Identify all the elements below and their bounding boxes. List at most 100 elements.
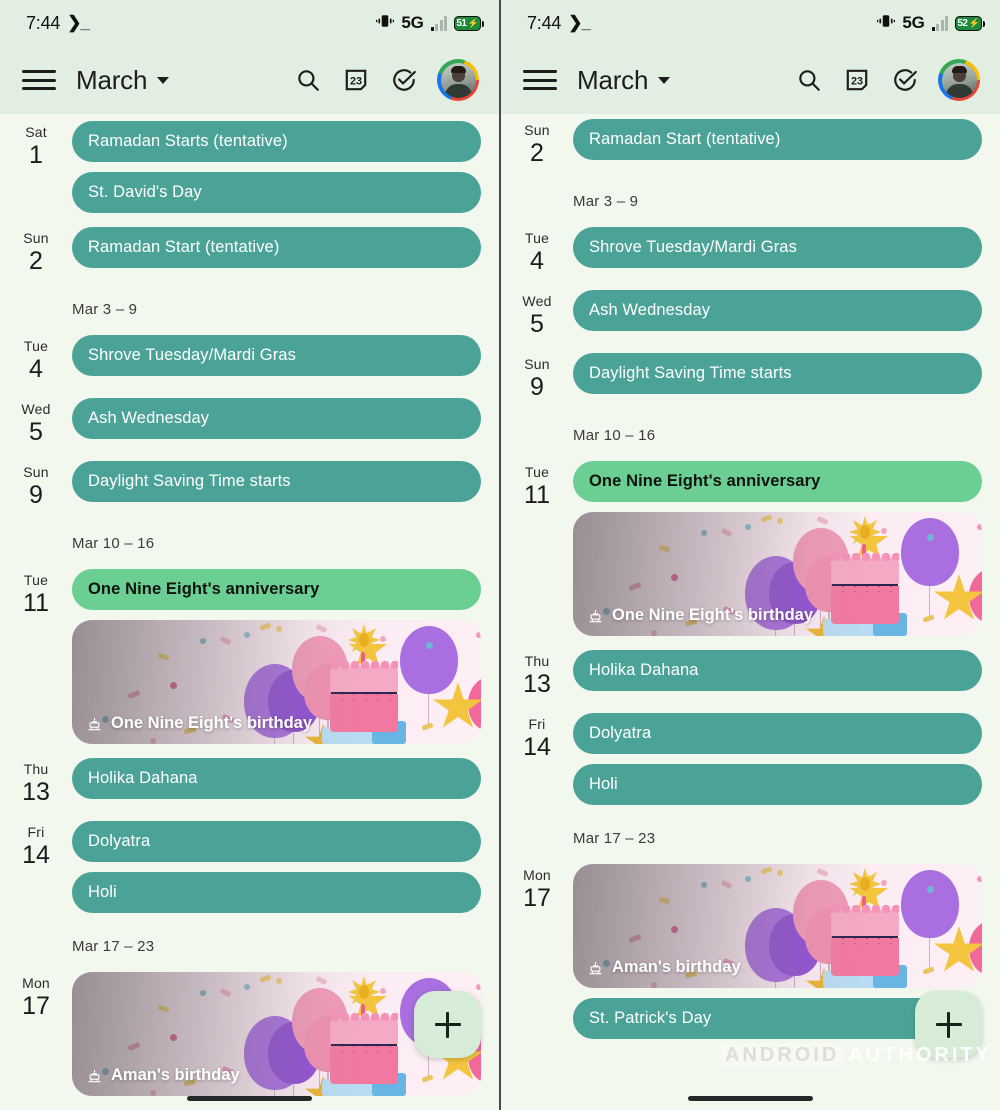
holiday-event-chip[interactable]: Holi: [72, 872, 481, 913]
day-number-label: 9: [29, 481, 43, 509]
anniversary-event-chip[interactable]: One Nine Eight's anniversary: [72, 569, 481, 610]
avatar-hair: [450, 65, 466, 73]
day-date-block[interactable]: Sun 9: [501, 353, 573, 402]
day-events: Daylight Saving Time starts: [573, 353, 982, 394]
hamburger-menu-icon[interactable]: [22, 68, 56, 92]
day-of-week-label: Wed: [21, 401, 51, 417]
create-event-fab[interactable]: [414, 991, 481, 1058]
day-row: Sun 9 Daylight Saving Time starts: [501, 346, 1000, 409]
day-date-block[interactable]: Sun 2: [501, 119, 573, 168]
signal-strength-icon: [430, 15, 447, 31]
holiday-event-chip[interactable]: Ramadan Start (tentative): [573, 119, 982, 160]
holiday-event-chip[interactable]: Holika Dahana: [72, 758, 481, 799]
day-date-block[interactable]: Wed 5: [501, 290, 573, 339]
day-row: Tue 4 Shrove Tuesday/Mardi Gras: [501, 220, 1000, 283]
day-number-label: 4: [29, 355, 43, 383]
status-bar-right: 5G 52 ⚡: [877, 13, 985, 33]
day-number-label: 13: [22, 778, 50, 806]
dual-screenshot-comparison: 7:44 ❯_ 5G 51 ⚡ March 23 Sat 1 Ramadan Starts (te…: [0, 0, 1000, 1110]
holiday-event-chip[interactable]: Ramadan Start (tentative): [72, 227, 481, 268]
schedule-list[interactable]: Sat1Ramadan Starts (tentative) St. David'…: [0, 114, 499, 1110]
day-row: Sat 1 Ramadan Starts (tentative) St. David'…: [0, 114, 499, 220]
birthday-event-title: One Nine Eight's birthday: [612, 606, 814, 624]
holiday-event-chip[interactable]: Dolyatra: [573, 713, 982, 754]
day-date-block[interactable]: Thu 13: [0, 758, 72, 807]
day-date-block[interactable]: Mon 17: [501, 864, 573, 913]
day-date-block[interactable]: Tue 11: [501, 461, 573, 510]
month-selector[interactable]: March: [56, 64, 170, 96]
holiday-event-chip[interactable]: St. David's Day: [72, 172, 481, 213]
week-range-label: Mar 10 – 16: [72, 535, 155, 552]
birthday-event-card[interactable]: Aman's birthday: [573, 864, 982, 988]
day-date-block[interactable]: Fri 14: [501, 713, 573, 762]
day-number-label: 17: [22, 992, 50, 1020]
day-row: Thu 13 Holika Dahana: [0, 751, 499, 814]
holiday-event-chip[interactable]: Dolyatra: [72, 821, 481, 862]
month-selector[interactable]: March: [557, 65, 671, 96]
day-row: Tue 4 Shrove Tuesday/Mardi Gras: [0, 328, 499, 391]
day-date-block[interactable]: Tue 11: [0, 569, 72, 618]
battery-percent-label: 52: [957, 17, 968, 29]
day-of-week-label: Fri: [27, 824, 45, 840]
signal-strength-icon: [931, 15, 948, 31]
status-bar-clock: 7:44: [26, 12, 61, 33]
day-date-block[interactable]: Tue 4: [501, 227, 573, 276]
account-avatar[interactable]: [938, 59, 980, 101]
today-date-icon[interactable]: 23: [343, 67, 369, 93]
day-date-block[interactable]: Mon 17: [0, 972, 72, 1021]
gesture-nav-bar: [0, 1086, 499, 1110]
phone-screen-right: 7:44 ❯_ 5G52⚡ March 23 Sat1Ramadan Starts (te…: [501, 0, 1000, 1110]
search-icon[interactable]: [295, 67, 321, 93]
birthday-event-title: Aman's birthday: [612, 958, 741, 976]
anniversary-event-chip[interactable]: One Nine Eight's anniversary: [573, 461, 982, 502]
day-date-block[interactable]: Tue 4: [0, 335, 72, 384]
holiday-event-chip[interactable]: Ash Wednesday: [573, 290, 982, 331]
day-date-block[interactable]: Sun 2: [0, 227, 72, 276]
day-date-block[interactable]: Sun 9: [0, 461, 72, 510]
schedule-list[interactable]: Sat1Ramadan Starts (tentative)St. David'…: [501, 114, 1000, 1110]
status-bar: 7:44 ❯_ 5G 52 ⚡: [501, 0, 1000, 46]
account-avatar[interactable]: [437, 59, 479, 101]
holiday-event-chip[interactable]: Holi: [573, 764, 982, 805]
page-title: March: [76, 64, 148, 95]
day-row: Wed 5 Ash Wednesday: [0, 391, 499, 454]
search-icon[interactable]: [796, 67, 822, 93]
day-of-week-label: Fri: [528, 716, 546, 732]
birthday-event-card[interactable]: One Nine Eight's birthday: [72, 620, 481, 744]
gesture-nav-bar: [501, 1086, 1000, 1110]
day-row: Tue 11 One Nine Eight's anniversary One Nin…: [0, 562, 499, 751]
schedule-list-content: Sat1Ramadan Starts (tentative) St. David'…: [0, 114, 499, 1103]
check-circle-icon[interactable]: [391, 67, 417, 93]
check-circle-icon[interactable]: [892, 67, 918, 93]
status-bar-right: 5G 51 ⚡: [376, 13, 484, 33]
home-gesture-pill[interactable]: [187, 1095, 312, 1101]
hamburger-menu-icon[interactable]: [523, 68, 557, 92]
holiday-event-chip[interactable]: Ash Wednesday: [72, 398, 481, 439]
birthday-event-card[interactable]: One Nine Eight's birthday: [573, 512, 982, 636]
day-of-week-label: Sun: [524, 122, 550, 138]
terminal-prompt-icon: ❯_: [568, 13, 591, 32]
home-gesture-pill[interactable]: [688, 1095, 813, 1101]
charging-bolt-icon: ⚡: [467, 17, 479, 28]
day-row: Sun 2 Ramadan Start (tentative): [0, 220, 499, 283]
holiday-event-chip[interactable]: Daylight Saving Time starts: [573, 353, 982, 394]
day-events: Dolyatra Holi: [573, 713, 982, 805]
day-date-block[interactable]: Thu 13: [501, 650, 573, 699]
birthday-event-label: One Nine Eight's birthday: [588, 606, 813, 625]
holiday-event-chip[interactable]: Shrove Tuesday/Mardi Gras: [72, 335, 481, 376]
holiday-event-chip[interactable]: Shrove Tuesday/Mardi Gras: [573, 227, 982, 268]
holiday-event-chip[interactable]: Daylight Saving Time starts: [72, 461, 481, 502]
week-range-label: Mar 10 – 16: [573, 427, 656, 444]
day-date-block[interactable]: Fri 14: [0, 821, 72, 870]
holiday-event-chip[interactable]: Holika Dahana: [573, 650, 982, 691]
day-events: Ramadan Start (tentative): [72, 227, 481, 268]
schedule-list-content: Sat1Ramadan Starts (tentative)St. David'…: [501, 114, 1000, 1046]
day-events: Holika Dahana: [72, 758, 481, 799]
day-date-block[interactable]: Wed 5: [0, 398, 72, 447]
day-events: Ash Wednesday: [72, 398, 481, 439]
status-bar-clock: 7:44: [527, 12, 562, 33]
today-date-icon[interactable]: 23: [844, 67, 870, 93]
birthday-event-label: Aman's birthday: [87, 1066, 240, 1085]
holiday-event-chip[interactable]: Ramadan Starts (tentative): [72, 121, 481, 162]
day-date-block[interactable]: Sat 1: [0, 121, 72, 170]
